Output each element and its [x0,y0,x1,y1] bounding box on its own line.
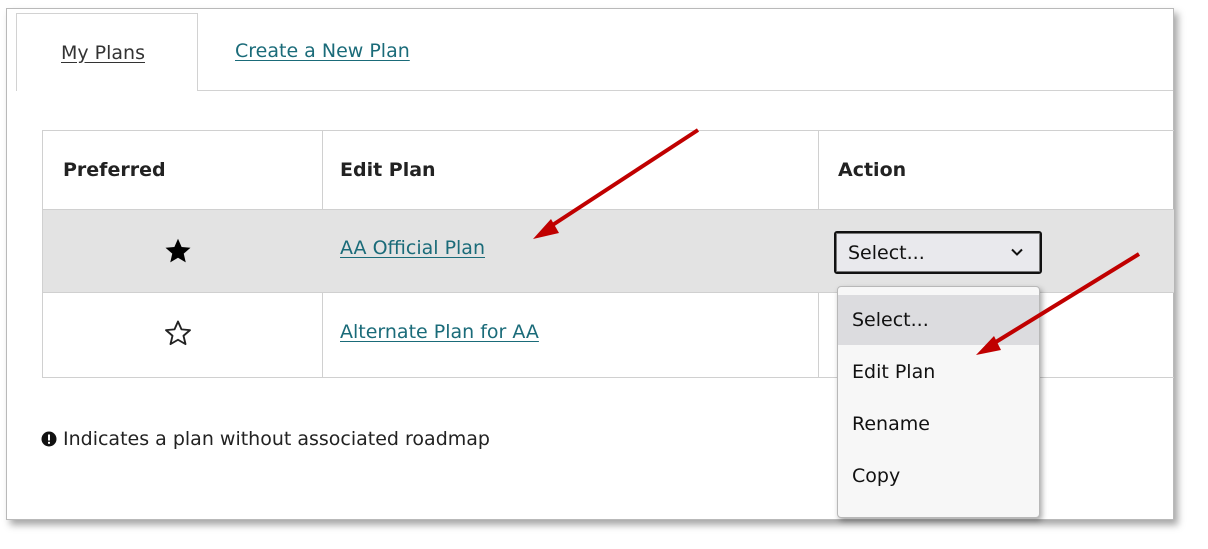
footnote: Indicates a plan without associated road… [41,428,490,450]
plans-panel: My Plans Create a New Plan Preferred Edi… [6,8,1174,520]
action-select-value: Select... [848,241,925,264]
header-edit-plan: Edit Plan [340,159,436,181]
footnote-text: Indicates a plan without associated road… [63,428,490,450]
exclamation-circle-icon [41,431,57,447]
star-filled-icon[interactable] [163,236,193,266]
tab-bar: My Plans Create a New Plan [7,9,1173,91]
star-outline-icon[interactable] [163,318,193,348]
tab-divider [197,90,1173,91]
option-edit-plan[interactable]: Edit Plan [838,347,1039,397]
tab-my-plans[interactable]: My Plans [16,13,198,91]
plan-link-alternate[interactable]: Alternate Plan for AA [340,321,539,343]
table-row: AA Official Plan Select... [43,210,1174,292]
tab-create-new-plan[interactable]: Create a New Plan [235,40,410,62]
option-rename[interactable]: Rename [838,399,1039,449]
chevron-down-icon [1011,248,1023,256]
option-select[interactable]: Select... [838,295,1039,345]
plan-link-aa-official[interactable]: AA Official Plan [340,237,485,259]
header-action: Action [838,159,907,181]
option-copy[interactable]: Copy [838,451,1039,501]
header-preferred: Preferred [63,159,166,181]
action-select[interactable]: Select... [834,231,1042,274]
action-dropdown-menu: Select... Edit Plan Rename Copy [837,286,1040,518]
table-header-row: Preferred Edit Plan Action [43,131,1174,209]
